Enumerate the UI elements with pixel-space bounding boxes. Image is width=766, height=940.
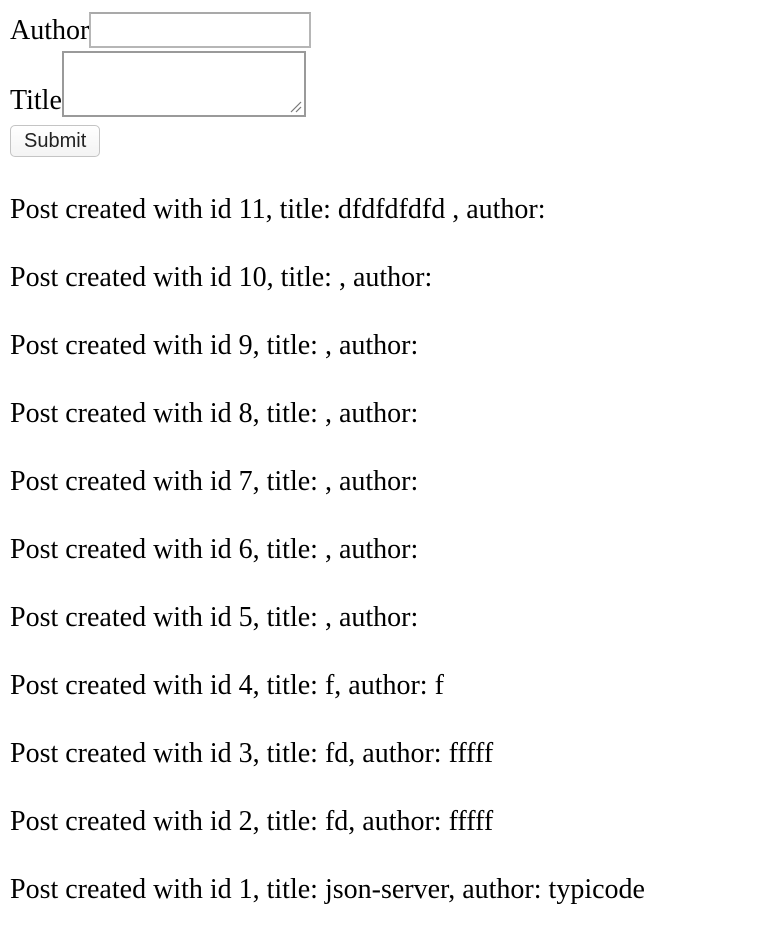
- title-textarea[interactable]: [61, 51, 306, 117]
- title-row: Title: [10, 51, 311, 117]
- post-item: Post created with id 4, title: f, author…: [10, 670, 444, 701]
- posts-list: Post created with id 11, title: dfdfdfdf…: [10, 192, 645, 940]
- resize-grip-icon[interactable]: [290, 101, 302, 113]
- post-item: Post created with id 5, title: , author:: [10, 602, 419, 633]
- author-label: Author: [10, 15, 90, 46]
- submit-button[interactable]: Submit: [10, 125, 101, 157]
- post-item: Post created with id 3, title: fd, autho…: [10, 738, 494, 769]
- title-label: Title: [10, 85, 62, 116]
- post-item: Post created with id 1, title: json-serv…: [10, 874, 645, 905]
- post-item: Post created with id 6, title: , author:: [10, 534, 419, 565]
- post-item: Post created with id 7, title: , author:: [10, 466, 419, 497]
- post-item: Post created with id 10, title: , author…: [10, 262, 433, 293]
- post-item: Post created with id 9, title: , author:: [10, 330, 419, 361]
- post-form: Author Title Submit: [10, 12, 312, 157]
- post-item: Post created with id 8, title: , author:: [10, 398, 419, 429]
- author-row: Author: [10, 12, 312, 48]
- post-item: Post created with id 2, title: fd, autho…: [10, 806, 494, 837]
- post-item: Post created with id 11, title: dfdfdfdf…: [10, 194, 546, 225]
- author-input[interactable]: [89, 12, 312, 48]
